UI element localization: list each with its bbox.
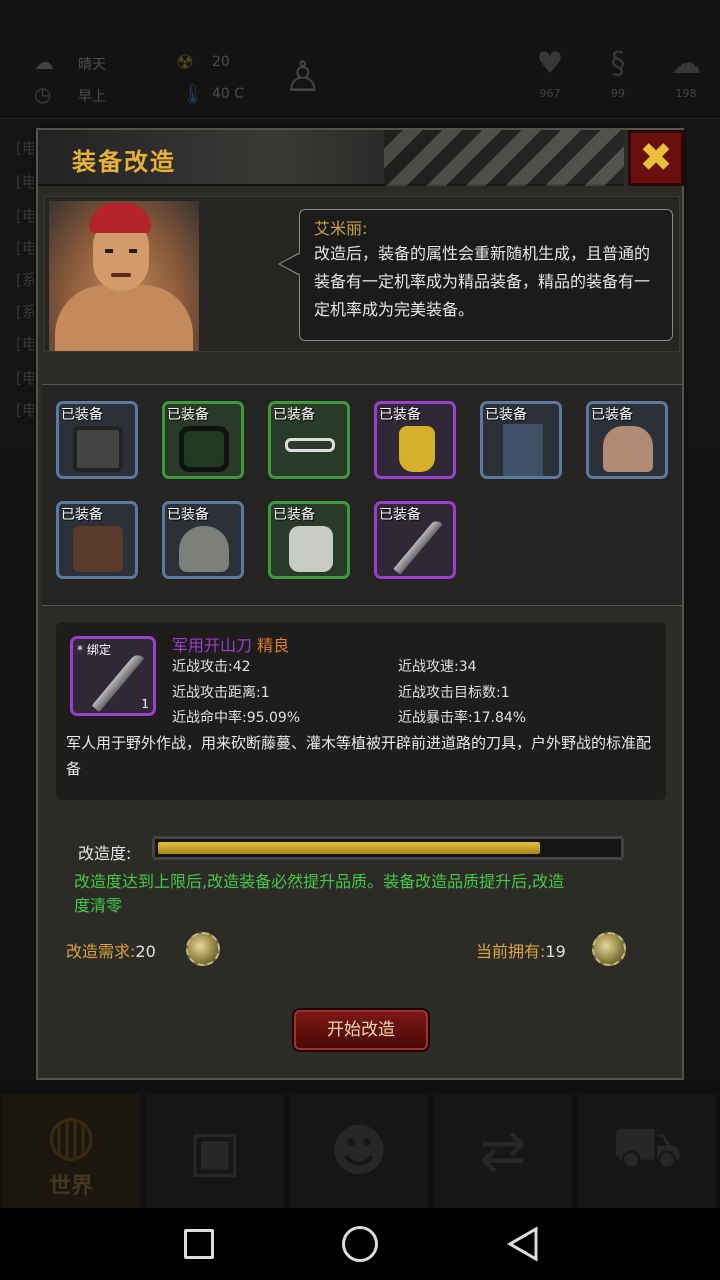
equipment-grid: 已装备 已装备 已装备 已装备 已装备 已装备 已装备 已装备 已装备 已装备	[42, 384, 682, 606]
equipped-tag: 已装备	[379, 507, 421, 523]
progress-label: 改造度:	[78, 844, 132, 863]
npc-name: 艾米丽:	[314, 219, 368, 238]
selected-item-icon[interactable]: * 绑定 1	[70, 636, 156, 716]
dialog-title: 装备改造	[72, 148, 176, 176]
equip-slot-weapon[interactable]: 已装备	[374, 501, 456, 579]
equipped-tag: 已装备	[591, 407, 633, 423]
coat-icon	[73, 526, 123, 572]
equip-slot-goggles[interactable]: 已装备	[162, 401, 244, 479]
equip-slot-boots[interactable]: 已装备	[374, 401, 456, 479]
item-name: 军用开山刀 精良	[172, 632, 289, 656]
item-description: 军人用于野外作战，用来砍断藤蔓、灌木等植被开辟前进道路的刀具，户外野战的标准配备	[66, 734, 652, 778]
cost-owned: 当前拥有:19	[476, 938, 566, 962]
npc-portrait	[49, 201, 199, 351]
speech-bubble: 艾米丽: 改造后，装备的属性会重新随机生成，且普通的装备有一定机率成为精品装备，…	[278, 209, 673, 341]
item-quality: 精良	[257, 636, 290, 655]
equip-slot-pants[interactable]: 已装备	[480, 401, 562, 479]
boots-icon	[399, 426, 435, 472]
equipped-tag: 已装备	[167, 407, 209, 423]
npc-dialog: 艾米丽: 改造后，装备的属性会重新随机生成，且普通的装备有一定机率成为精品装备，…	[44, 196, 680, 352]
bind-tag: * 绑定	[77, 643, 111, 657]
progress-fill	[158, 842, 540, 854]
recent-apps-icon[interactable]	[184, 1229, 214, 1259]
equipped-tag: 已装备	[273, 507, 315, 523]
glasses-icon	[285, 438, 335, 452]
npc-speech: 改造后，装备的属性会重新随机生成，且普通的装备有一定机率成为精品装备，精品的装备…	[314, 244, 651, 319]
item-detail-card: * 绑定 1 军用开山刀 精良 近战攻击:42 近战攻速:34 近战攻击距离:1…	[56, 622, 666, 800]
system-nav-bar	[0, 1208, 720, 1280]
equipped-tag: 已装备	[167, 507, 209, 523]
equip-slot-glasses[interactable]: 已装备	[268, 401, 350, 479]
equipped-tag: 已装备	[273, 407, 315, 423]
item-quantity: 1	[141, 697, 149, 711]
cost-value: 20	[135, 942, 156, 961]
stat-melee-attack: 近战攻击:42	[172, 659, 251, 675]
helmet-icon	[179, 526, 229, 572]
equipment-modify-dialog: 装备改造 ✖ 艾米丽: 改造后，装备的属性会重新随机生成，且普通的装备有一定机率…	[36, 128, 684, 1080]
machete-icon	[91, 651, 145, 713]
close-button[interactable]: ✖	[628, 130, 684, 186]
equip-slot-gloves[interactable]: 已装备	[56, 401, 138, 479]
equipped-tag: 已装备	[379, 407, 421, 423]
stat-melee-range: 近战攻击距离:1	[172, 685, 270, 701]
item-name-text: 军用开山刀	[172, 636, 253, 655]
equip-slot-armguard[interactable]: 已装备	[268, 501, 350, 579]
home-icon[interactable]	[342, 1226, 378, 1262]
back-icon[interactable]	[506, 1226, 542, 1262]
screen: ☁ 晴天 ◷ 早上 ☢ 20 🌡 40 C ♙ ♥ 967 § 99 ☁ 198…	[0, 0, 720, 1280]
equipped-tag: 已装备	[61, 407, 103, 423]
owned-label: 当前拥有:	[476, 942, 546, 961]
armguard-icon	[289, 526, 333, 572]
stat-melee-speed: 近战攻速:34	[398, 659, 477, 675]
goggles-icon	[179, 426, 229, 472]
bottle-cap-icon	[592, 932, 626, 966]
stat-melee-crit: 近战暴击率:17.84%	[398, 710, 527, 726]
stat-melee-targets: 近战攻击目标数:1	[398, 685, 510, 701]
hazard-stripes	[384, 130, 624, 186]
modify-progress-bar	[152, 836, 624, 860]
equip-slot-helmet[interactable]: 已装备	[162, 501, 244, 579]
cost-label: 改造需求:	[66, 942, 136, 961]
bottle-cap-icon	[186, 932, 220, 966]
equip-slot-coat[interactable]: 已装备	[56, 501, 138, 579]
owned-value: 19	[545, 942, 566, 961]
progress-hint: 改造度达到上限后,改造装备必然提升品质。装备改造品质提升后,改造度清零	[74, 872, 565, 915]
machete-icon	[393, 518, 443, 575]
start-modify-button[interactable]: 开始改造	[294, 1010, 428, 1050]
torso-icon	[603, 426, 653, 472]
dialog-header: 装备改造	[38, 130, 624, 186]
equipped-tag: 已装备	[61, 507, 103, 523]
equipped-tag: 已装备	[485, 407, 527, 423]
cost-required: 改造需求:20	[66, 938, 156, 962]
equip-slot-body[interactable]: 已装备	[586, 401, 668, 479]
jeans-icon	[503, 424, 543, 476]
close-icon: ✖	[639, 135, 673, 181]
stat-melee-accuracy: 近战命中率:95.09%	[172, 710, 301, 726]
gloves-icon	[73, 426, 123, 472]
